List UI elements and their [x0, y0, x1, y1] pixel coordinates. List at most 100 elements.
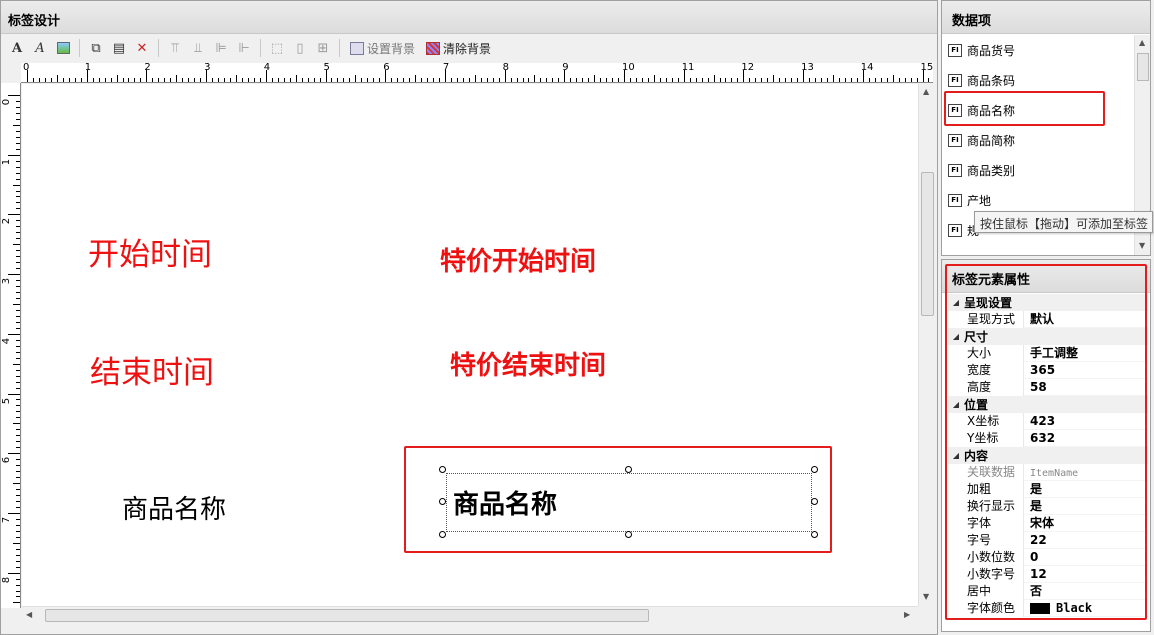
resize-handle[interactable] — [439, 466, 446, 473]
property-row[interactable]: X坐标 423 — [948, 413, 1148, 430]
property-row[interactable]: 大小 手工调整 — [948, 345, 1148, 362]
property-value[interactable]: Black — [1024, 600, 1148, 617]
property-row[interactable]: 居中否 — [948, 583, 1148, 600]
field-icon: FI — [948, 133, 962, 147]
property-key: 高度 — [948, 379, 1024, 396]
property-row[interactable]: 换行显示是 — [948, 498, 1148, 515]
property-value-text: 58 — [1030, 380, 1047, 394]
property-row[interactable]: 呈现方式 默认 — [948, 311, 1148, 328]
property-value[interactable]: ItemName — [1024, 464, 1148, 481]
data-item[interactable]: FI 商品类别 — [942, 155, 1134, 185]
add-text-icon[interactable]: A — [7, 38, 27, 58]
property-category[interactable]: ◢ 位置 — [948, 396, 1148, 413]
special-end-time-label[interactable]: 特价结束时间 — [450, 345, 606, 382]
scroll-up-icon[interactable]: ▲ — [923, 87, 929, 96]
property-row[interactable]: 宽度 365 — [948, 362, 1148, 379]
align-right-icon[interactable]: ⊩ — [234, 38, 254, 58]
property-row[interactable]: 字体颜色 Black — [948, 600, 1148, 617]
scroll-thumb[interactable] — [45, 609, 649, 622]
collapse-icon[interactable]: ◢ — [948, 298, 964, 307]
property-value[interactable]: 宋体 — [1024, 515, 1148, 532]
add-field-icon[interactable]: A — [30, 38, 50, 58]
data-item[interactable]: FI 商品简称 — [942, 125, 1134, 155]
ruler-tick — [16, 530, 20, 532]
property-value[interactable]: 手工调整 — [1024, 345, 1148, 362]
ruler-tick — [629, 78, 631, 82]
scroll-down-icon[interactable]: ▼ — [1139, 241, 1145, 250]
ruler-tick — [110, 78, 112, 82]
ruler-tick — [13, 184, 20, 186]
resize-handle[interactable] — [625, 466, 632, 473]
align-bottom-icon[interactable]: ⫫ — [188, 38, 208, 58]
add-image-icon[interactable] — [53, 38, 73, 58]
property-row[interactable]: 关联数据 ItemName — [948, 464, 1148, 481]
scroll-up-icon[interactable]: ▲ — [1139, 38, 1145, 47]
start-time-label[interactable]: 开始时间 — [88, 229, 212, 274]
scroll-thumb[interactable] — [1137, 53, 1149, 81]
collapse-icon[interactable]: ◢ — [948, 332, 964, 341]
ruler-tick — [677, 78, 679, 82]
property-row[interactable]: Y坐标 632 — [948, 430, 1148, 447]
property-value[interactable]: 12 — [1024, 566, 1148, 583]
toolbar-separator — [339, 39, 340, 57]
selected-element[interactable]: 商品名称 — [446, 473, 812, 532]
property-value[interactable]: 423 — [1024, 413, 1148, 430]
property-value[interactable]: 0 — [1024, 549, 1148, 566]
property-value[interactable]: 365 — [1024, 362, 1148, 379]
property-row[interactable]: 高度 58 — [948, 379, 1148, 396]
ruler-tick — [832, 75, 834, 82]
property-row[interactable]: 小数位数 0 — [948, 549, 1148, 566]
scroll-left-icon[interactable]: ◀ — [26, 610, 32, 619]
collapse-icon[interactable]: ◢ — [948, 451, 964, 460]
scroll-down-icon[interactable]: ▼ — [923, 592, 929, 601]
property-row[interactable]: 字体 宋体 — [948, 515, 1148, 532]
product-name-label[interactable]: 商品名称 — [122, 489, 226, 526]
clear-background-button[interactable]: 清除背景 — [422, 40, 495, 57]
same-size-icon[interactable]: ⊞ — [313, 38, 333, 58]
property-value[interactable]: 默认 — [1024, 311, 1148, 328]
resize-handle[interactable] — [439, 531, 446, 538]
property-value[interactable]: 22 — [1024, 532, 1148, 549]
property-value[interactable]: 否 — [1024, 583, 1148, 600]
set-background-button[interactable]: 设置背景 — [346, 40, 419, 57]
ruler-label: 3 — [1, 277, 13, 285]
canvas-vertical-scrollbar[interactable]: ▲ ▼ — [918, 84, 935, 606]
property-value[interactable]: 632 — [1024, 430, 1148, 447]
ruler-tick — [552, 78, 554, 82]
same-height-icon[interactable]: ▯ — [290, 38, 310, 58]
resize-handle[interactable] — [811, 531, 818, 538]
property-value[interactable]: 58 — [1024, 379, 1148, 396]
data-item[interactable]: FI 商品货号 — [942, 35, 1134, 65]
scroll-right-icon[interactable]: ▶ — [904, 610, 910, 619]
align-top-icon[interactable]: ⫪ — [165, 38, 185, 58]
data-item[interactable]: FI 商品条码 — [942, 65, 1134, 95]
resize-handle[interactable] — [811, 498, 818, 505]
end-time-label[interactable]: 结束时间 — [90, 347, 214, 392]
align-left-icon[interactable]: ⊫ — [211, 38, 231, 58]
special-start-time-label[interactable]: 特价开始时间 — [440, 241, 596, 278]
resize-handle[interactable] — [811, 466, 818, 473]
property-row[interactable]: 小数字号 12 — [948, 566, 1148, 583]
ruler-tick — [8, 453, 20, 455]
label-canvas[interactable]: 开始时间 特价开始时间 结束时间 特价结束时间 商品名称 商品名称 — [22, 84, 918, 606]
property-row[interactable]: 加粗是 — [948, 481, 1148, 498]
property-row[interactable]: 字号 22 — [948, 532, 1148, 549]
copy-icon[interactable]: ⧉ — [86, 38, 106, 58]
resize-handle[interactable] — [439, 498, 446, 505]
property-category[interactable]: ◢ 内容 — [948, 447, 1148, 464]
property-category[interactable]: ◢ 呈现设置 — [948, 294, 1148, 311]
property-value[interactable]: 是 — [1024, 481, 1148, 498]
resize-handle[interactable] — [625, 531, 632, 538]
ruler-tick — [588, 78, 590, 82]
data-item-label: 产地 — [967, 193, 992, 208]
same-width-icon[interactable]: ⬚ — [267, 38, 287, 58]
collapse-icon[interactable]: ◢ — [948, 400, 964, 409]
data-item[interactable]: FI 商品名称 — [942, 95, 1134, 125]
ruler-tick — [188, 78, 190, 82]
delete-icon[interactable]: ✕ — [132, 38, 152, 58]
paste-icon[interactable]: ▤ — [109, 38, 129, 58]
canvas-horizontal-scrollbar[interactable]: ◀ ▶ — [22, 606, 918, 623]
scroll-thumb[interactable] — [921, 172, 934, 316]
property-value[interactable]: 是 — [1024, 498, 1148, 515]
property-category[interactable]: ◢ 尺寸 — [948, 328, 1148, 345]
